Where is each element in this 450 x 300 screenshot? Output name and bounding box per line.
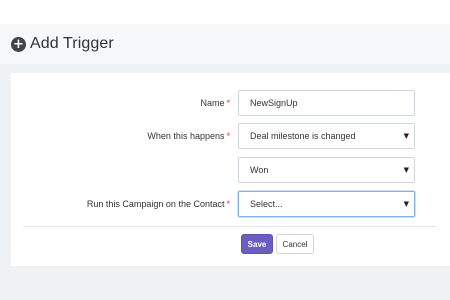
when-select[interactable]: Deal milestone is changed ▼	[238, 123, 415, 149]
campaign-select[interactable]: Select... ▼	[238, 191, 415, 217]
name-input[interactable]: NewSignUp	[238, 90, 415, 116]
save-button[interactable]: Save	[241, 234, 273, 254]
campaign-select-value: Select...	[250, 199, 283, 209]
name-row: Name * NewSignUp	[11, 90, 450, 116]
campaign-label: Run this Campaign on the Contact *	[86, 199, 230, 209]
plus-circle-icon: +	[11, 36, 26, 52]
milestone-select-value: Won	[250, 165, 269, 175]
when-label: When this happens *	[147, 131, 230, 141]
campaign-row: Run this Campaign on the Contact * Select…	[11, 191, 450, 217]
caret-down-icon: ▼	[403, 132, 409, 140]
required-marker: *	[226, 131, 230, 141]
trigger-form: Name * NewSignUp When this happens * Deal …	[11, 73, 450, 266]
cancel-button[interactable]: Cancel	[276, 234, 314, 254]
name-label: Name *	[200, 98, 230, 108]
caret-down-icon: ▼	[403, 200, 409, 208]
caret-down-icon: ▼	[403, 166, 409, 174]
page-header: + Add Trigger	[0, 24, 450, 64]
required-marker: *	[226, 199, 230, 209]
divider	[23, 226, 436, 227]
when-select-value: Deal milestone is changed	[250, 131, 356, 141]
milestone-select[interactable]: Won ▼	[238, 157, 415, 183]
page-title: Add Trigger	[30, 35, 114, 52]
milestone-row: Won ▼	[11, 157, 450, 183]
required-marker: *	[226, 98, 230, 108]
when-row: When this happens * Deal milestone is cha…	[11, 123, 450, 149]
